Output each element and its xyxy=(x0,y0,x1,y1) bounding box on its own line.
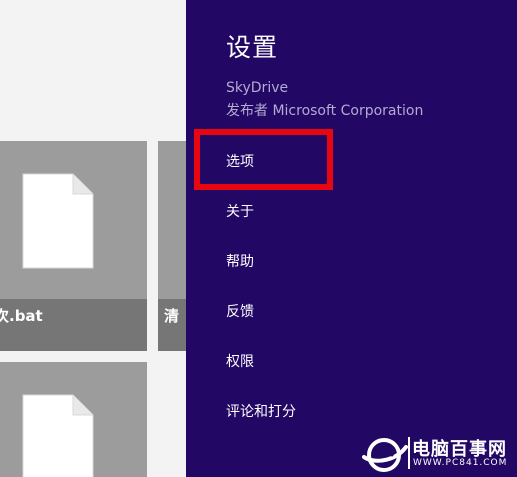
file-document-icon xyxy=(22,394,94,477)
file-tile[interactable]: 次.bat xyxy=(0,141,147,351)
watermark-url: WWW.PC841.COM xyxy=(413,458,508,468)
file-document-icon xyxy=(22,173,94,269)
highlight-box xyxy=(194,129,333,190)
watermark-divider xyxy=(408,437,410,469)
menu-item-permissions[interactable]: 权限 xyxy=(226,351,254,371)
menu-item-feedback[interactable]: 反馈 xyxy=(226,301,254,321)
menu-item-rate-and-review[interactable]: 评论和打分 xyxy=(226,401,296,421)
file-name: 次.bat xyxy=(0,307,43,325)
settings-charm-panel: 设置 SkyDrive 发布者 Microsoft Corporation 选项… xyxy=(186,0,517,477)
menu-item-help[interactable]: 帮助 xyxy=(226,251,254,271)
settings-title: 设置 xyxy=(226,33,279,62)
file-tile[interactable] xyxy=(0,362,147,477)
file-caption: 次.bat xyxy=(0,299,147,351)
app-name: SkyDrive xyxy=(226,80,289,96)
screen: 次.bat 清 设置 SkyDrive 发布者 Microsoft Corpor… xyxy=(0,0,517,477)
site-watermark: 电脑百事网 WWW.PC841.COM xyxy=(360,433,517,477)
logo-icon xyxy=(362,438,408,472)
app-publisher: 发布者 Microsoft Corporation xyxy=(226,103,424,119)
menu-item-about[interactable]: 关于 xyxy=(226,201,254,221)
file-name: 清 xyxy=(164,307,180,325)
